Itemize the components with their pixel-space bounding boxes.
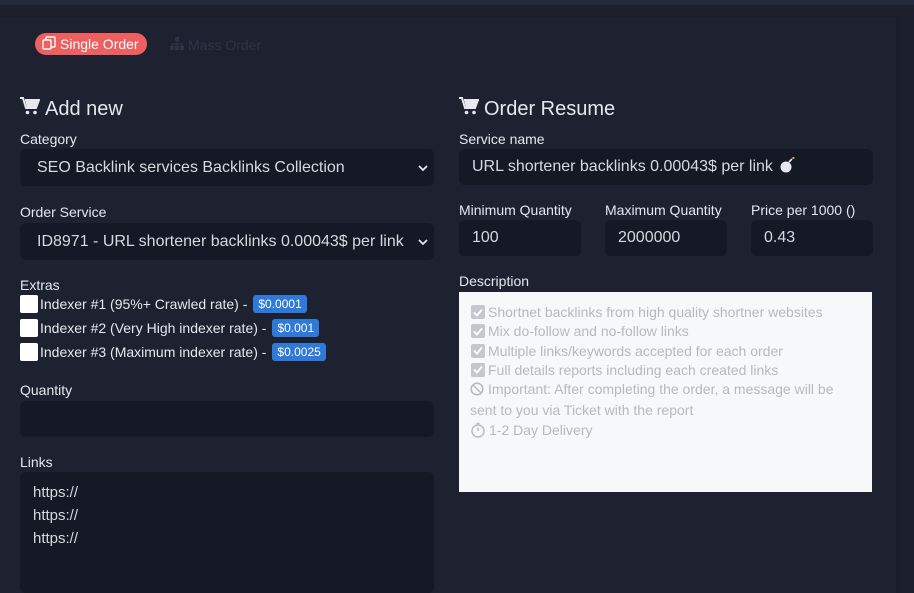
- cart-icon: [20, 97, 41, 121]
- description-feature: Full details reports including each crea…: [470, 361, 861, 380]
- service-name-value: URL shortener backlinks 0.00043$ per lin…: [472, 158, 773, 175]
- extra-option[interactable]: Indexer #1 (95%+ Crawled rate) - $0.0001: [20, 295, 307, 313]
- chevron-down-icon: [418, 233, 428, 251]
- max-quantity-field: 2000000: [605, 220, 727, 256]
- extra-price-badge: $0.0001: [253, 295, 307, 313]
- description-feature: Mix do-follow and no-follow links: [470, 322, 861, 341]
- price-per-1000-field: 0.43: [751, 220, 873, 256]
- top-bar: [0, 0, 914, 5]
- order-service-label: Order Service: [20, 204, 107, 220]
- extra-option[interactable]: Indexer #2 (Very High indexer rate) - $0…: [20, 319, 320, 337]
- add-new-heading: Add new: [20, 97, 123, 121]
- quantity-input[interactable]: [20, 401, 434, 437]
- bomb-icon: [779, 156, 797, 178]
- description-delivery: 1-2 Day Delivery: [470, 421, 861, 443]
- min-quantity-value: 100: [472, 229, 499, 246]
- check-box-icon: [471, 362, 485, 377]
- price-per-1000-label: Price per 1000 (): [751, 202, 856, 218]
- check-box-icon: [471, 343, 485, 358]
- extras-label: Extras: [20, 277, 60, 293]
- service-name-label: Service name: [459, 131, 545, 147]
- add-new-title: Add new: [45, 97, 123, 120]
- tab-mass-label: Mass Order: [188, 37, 262, 53]
- tab-mass-order[interactable]: Mass Order: [170, 36, 261, 54]
- stopwatch-icon: [470, 422, 486, 443]
- extra-checkbox[interactable]: [20, 343, 38, 361]
- order-resume-heading: Order Resume: [459, 97, 615, 121]
- quantity-label: Quantity: [20, 382, 73, 398]
- order-service-value: ID8971 - URL shortener backlinks 0.00043…: [37, 232, 404, 250]
- price-per-1000-value: 0.43: [764, 229, 796, 246]
- max-quantity-label: Maximum Quantity: [605, 202, 722, 218]
- chevron-down-icon: [418, 159, 428, 177]
- cart-icon: [459, 97, 480, 121]
- extra-label: Indexer #2 (Very High indexer rate) -: [40, 320, 267, 336]
- description-box: Shortnet backlinks from high quality sho…: [459, 292, 872, 492]
- extra-label: Indexer #3 (Maximum indexer rate) -: [40, 344, 267, 360]
- extra-option[interactable]: Indexer #3 (Maximum indexer rate) - $0.0…: [20, 343, 326, 361]
- tab-single-label: Single Order: [60, 36, 139, 52]
- extra-label: Indexer #1 (95%+ Crawled rate) -: [40, 296, 248, 312]
- min-quantity-field: 100: [459, 220, 581, 256]
- copy-icon: [42, 35, 56, 53]
- check-box-icon: [471, 324, 485, 339]
- description-label: Description: [459, 273, 530, 289]
- description-important: Important: After completing the order, a…: [470, 381, 834, 419]
- category-select[interactable]: SEO Backlink services Backlinks Collecti…: [20, 149, 434, 186]
- links-label: Links: [20, 454, 53, 470]
- check-box-icon: [471, 305, 485, 319]
- order-resume-title: Order Resume: [484, 97, 616, 120]
- links-textarea[interactable]: https:// https:// https://: [20, 472, 434, 593]
- extra-checkbox[interactable]: [20, 319, 38, 337]
- sitemap-icon: [170, 37, 184, 53]
- prohibited-icon: [470, 382, 484, 401]
- tab-single-order[interactable]: Single Order: [35, 33, 147, 55]
- description-feature: Shortnet backlinks from high quality sho…: [470, 303, 861, 322]
- category-value: SEO Backlink services Backlinks Collecti…: [37, 158, 345, 176]
- min-quantity-label: Minimum Quantity: [459, 202, 572, 218]
- extra-price-badge: $0.0025: [272, 343, 326, 361]
- extra-price-badge: $0.001: [272, 319, 320, 337]
- service-name-field: URL shortener backlinks 0.00043$ per lin…: [459, 149, 873, 185]
- extra-checkbox[interactable]: [20, 295, 38, 313]
- category-label: Category: [20, 131, 77, 147]
- description-feature: Multiple links/keywords accepted for eac…: [470, 342, 861, 361]
- links-value: https:// https:// https://: [33, 484, 79, 547]
- max-quantity-value: 2000000: [618, 229, 681, 246]
- order-service-select[interactable]: ID8971 - URL shortener backlinks 0.00043…: [20, 223, 434, 260]
